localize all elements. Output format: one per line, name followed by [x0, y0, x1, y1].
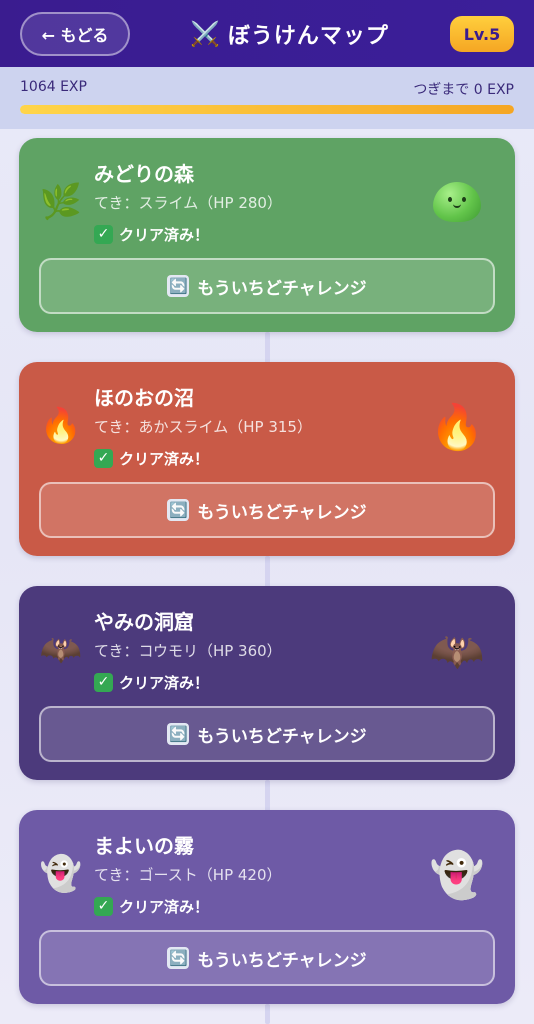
enemy-info: てき：コウモリ（HP 360）	[94, 642, 282, 660]
retry-icon: 🔄	[167, 499, 190, 521]
path-connector	[265, 1004, 270, 1024]
exp-progress-fill	[20, 105, 514, 114]
clear-status-label: クリア済み！	[119, 898, 210, 916]
stage-card-fire-swamp: 🔥 ほのおの沼 てき：あかスライム（HP 315） ✓ クリア済み！ 🔥 🔄 も…	[19, 362, 515, 556]
stage-card-dark-cave: 🦇 やみの洞窟 てき：コウモリ（HP 360） ✓ クリア済み！ 🦇 🔄 もうい…	[19, 586, 515, 780]
enemy-info: てき：スライム（HP 280）	[94, 194, 282, 212]
ghost-enemy-icon: 👻	[429, 850, 485, 901]
exp-progress-bar	[20, 105, 514, 114]
check-icon: ✓	[94, 897, 113, 916]
page-title: ぼうけんマップ	[227, 24, 389, 49]
stage-name: みどりの森	[94, 162, 194, 186]
page-title-group: ⚔️ ぼうけんマップ	[190, 14, 389, 54]
stage-card-misty-maze: 👻 まよいの霧 てき：ゴースト（HP 420） ✓ クリア済み！ 👻 🔄 もうい…	[19, 810, 515, 1004]
enemy-info: てき：ゴースト（HP 420）	[94, 866, 282, 884]
clear-status: ✓ クリア済み！	[94, 896, 209, 917]
retry-button[interactable]: 🔄 もういちどチャレンジ	[39, 930, 495, 986]
path-connector	[265, 780, 270, 812]
check-icon: ✓	[94, 449, 113, 468]
back-button[interactable]: ← もどる	[20, 12, 130, 56]
app-header: ← もどる ⚔️ ぼうけんマップ Lv.5	[0, 0, 534, 67]
red-slime-icon: 🔥	[429, 402, 485, 453]
green-slime-icon	[433, 182, 481, 222]
exp-to-next: つぎまで 0 EXP	[413, 82, 514, 98]
path-connector	[265, 556, 270, 588]
stage-name: やみの洞窟	[94, 610, 194, 634]
back-button-label: ← もどる	[41, 26, 109, 45]
exp-current: 1064 EXP	[20, 79, 87, 95]
retry-button-label: もういちどチャレンジ	[197, 726, 367, 747]
check-icon: ✓	[94, 673, 113, 692]
retry-icon: 🔄	[167, 275, 190, 297]
clear-status-label: クリア済み！	[119, 674, 210, 692]
enemy-info: てき：あかスライム（HP 315）	[94, 418, 312, 436]
exp-panel: 1064 EXP つぎまで 0 EXP	[0, 67, 534, 129]
retry-icon: 🔄	[167, 723, 190, 745]
clear-status: ✓ クリア済み！	[94, 448, 209, 469]
bat-icon: 🦇	[39, 630, 83, 670]
retry-button-label: もういちどチャレンジ	[197, 502, 367, 523]
retry-button[interactable]: 🔄 もういちどチャレンジ	[39, 482, 495, 538]
path-connector	[265, 332, 270, 364]
stage-name: ほのおの沼	[94, 386, 194, 410]
clear-status: ✓ クリア済み！	[94, 224, 209, 245]
bat-enemy-icon: 🦇	[429, 626, 485, 677]
crossed-swords-icon: ⚔️	[190, 20, 220, 48]
ghost-icon: 👻	[39, 854, 83, 894]
fire-icon: 🔥	[39, 406, 83, 446]
retry-icon: 🔄	[167, 947, 190, 969]
level-badge: Lv.5	[450, 16, 514, 52]
clear-status-label: クリア済み！	[119, 450, 210, 468]
clear-status-label: クリア済み！	[119, 226, 210, 244]
clear-status: ✓ クリア済み！	[94, 672, 209, 693]
retry-button-label: もういちどチャレンジ	[197, 278, 367, 299]
check-icon: ✓	[94, 225, 113, 244]
herb-icon: 🌿	[39, 182, 83, 222]
stage-card-forest: 🌿 みどりの森 てき：スライム（HP 280） ✓ クリア済み！ 🔄 もういちど…	[19, 138, 515, 332]
stage-name: まよいの霧	[94, 834, 194, 858]
retry-button[interactable]: 🔄 もういちどチャレンジ	[39, 258, 495, 314]
retry-button-label: もういちどチャレンジ	[197, 950, 367, 971]
retry-button[interactable]: 🔄 もういちどチャレンジ	[39, 706, 495, 762]
